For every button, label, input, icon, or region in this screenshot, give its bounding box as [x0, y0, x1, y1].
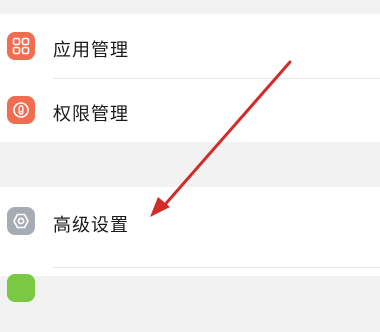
annotation-arrow: [150, 60, 292, 217]
settings-item-next[interactable]: [0, 268, 380, 332]
green-icon: [7, 274, 35, 302]
